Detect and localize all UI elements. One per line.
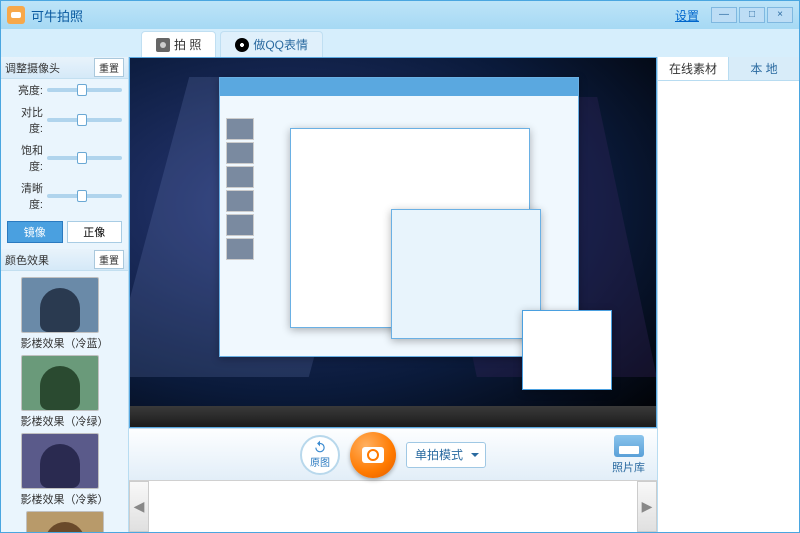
- preview-taskbar: [129, 406, 657, 428]
- nested-window-4: [522, 310, 612, 390]
- saturation-label: 饱和度:: [7, 142, 43, 174]
- silhouette-icon: [40, 288, 80, 332]
- tab-qq-emoji[interactable]: 做QQ表情: [220, 31, 323, 57]
- camera-reset-button[interactable]: 重置: [94, 58, 124, 77]
- close-button[interactable]: ×: [767, 7, 793, 23]
- brightness-slider[interactable]: [47, 88, 122, 92]
- title-bar: 可牛拍照 设置 — □ ×: [1, 1, 799, 29]
- sharpness-slider[interactable]: [47, 194, 122, 198]
- tab-photo-label: 拍 照: [174, 36, 201, 53]
- nested-window-2: [290, 128, 530, 328]
- effect-item-0[interactable]: 影楼效果（冷蓝）: [21, 277, 109, 351]
- silhouette-icon: [40, 444, 80, 488]
- minimize-button[interactable]: —: [711, 7, 737, 23]
- effects-reset-button[interactable]: 重置: [94, 250, 124, 269]
- nested-window-3: [391, 209, 541, 339]
- main-tabs: 拍 照 做QQ表情: [1, 29, 799, 57]
- camera-adjust-header: 调整摄像头 重置: [1, 57, 128, 79]
- tab-local-materials[interactable]: 本 地: [729, 57, 799, 80]
- center-panel: 原图 单拍模式 照片库 ◀ ▶: [129, 57, 657, 532]
- camera-icon: [156, 38, 170, 52]
- contrast-row: 对比度:: [1, 101, 128, 139]
- app-title: 可牛拍照: [31, 6, 83, 25]
- effect-item-1[interactable]: 影楼效果（冷绿）: [21, 355, 109, 429]
- mirror-off-button[interactable]: 正像: [67, 221, 123, 243]
- tab-qq-label: 做QQ表情: [253, 36, 308, 53]
- brightness-label: 亮度:: [7, 82, 43, 98]
- brightness-row: 亮度:: [1, 79, 128, 101]
- effect-thumb: [21, 433, 99, 489]
- mirror-toggle: 镜像 正像: [1, 215, 128, 249]
- qq-icon: [235, 38, 249, 52]
- materials-body: [658, 81, 799, 532]
- original-button[interactable]: 原图: [300, 435, 340, 475]
- sharpness-label: 清晰度:: [7, 180, 43, 212]
- material-tabs: 在线素材 本 地: [658, 57, 799, 81]
- camera-adjust-title: 调整摄像头: [5, 60, 60, 76]
- nested-thumbnails: [226, 118, 256, 262]
- saturation-slider[interactable]: [47, 156, 122, 160]
- maximize-button[interactable]: □: [739, 7, 765, 23]
- silhouette-icon: [40, 366, 80, 410]
- filmstrip-prev-button[interactable]: ◀: [129, 481, 149, 532]
- mirror-on-button[interactable]: 镜像: [7, 221, 63, 243]
- left-sidebar: 调整摄像头 重置 亮度: 对比度: 饱和度: 清晰度: 镜像 正像 颜色效果 重…: [1, 57, 129, 532]
- gallery-label: 照片库: [612, 462, 645, 474]
- color-effects-title: 颜色效果: [5, 252, 49, 268]
- effect-label: 影楼效果（冷紫）: [21, 491, 109, 507]
- gallery-button[interactable]: 照片库: [612, 435, 645, 475]
- shutter-button[interactable]: [350, 432, 396, 478]
- gallery-icon: [614, 435, 644, 457]
- effect-item-3[interactable]: 怀旧: [26, 511, 104, 532]
- sharpness-row: 清晰度:: [1, 177, 128, 215]
- silhouette-icon: [45, 522, 85, 532]
- effect-thumb: [21, 355, 99, 411]
- effect-item-2[interactable]: 影楼效果（冷紫）: [21, 433, 109, 507]
- shutter-camera-icon: [362, 447, 384, 463]
- color-effects-header: 颜色效果 重置: [1, 249, 128, 271]
- contrast-slider[interactable]: [47, 118, 122, 122]
- effect-thumb: [21, 277, 99, 333]
- effect-label: 影楼效果（冷蓝）: [21, 335, 109, 351]
- settings-link[interactable]: 设置: [675, 7, 699, 24]
- effect-thumb: [26, 511, 104, 532]
- right-sidebar: 在线素材 本 地: [657, 57, 799, 532]
- effects-list: 影楼效果（冷蓝）影楼效果（冷绿）影楼效果（冷紫）怀旧黑白: [1, 271, 128, 532]
- nested-window-1: [219, 77, 579, 357]
- control-bar: 原图 单拍模式 照片库: [129, 428, 657, 480]
- undo-icon: [313, 440, 327, 454]
- filmstrip-next-button[interactable]: ▶: [637, 481, 657, 532]
- filmstrip-body[interactable]: [149, 481, 637, 532]
- saturation-row: 饱和度:: [1, 139, 128, 177]
- original-label: 原图: [310, 454, 330, 469]
- tab-photo[interactable]: 拍 照: [141, 31, 216, 57]
- tab-online-materials[interactable]: 在线素材: [658, 57, 729, 80]
- filmstrip: ◀ ▶: [129, 480, 657, 532]
- contrast-label: 对比度:: [7, 104, 43, 136]
- app-logo-icon: [7, 6, 25, 24]
- shoot-mode-label: 单拍模式: [415, 446, 463, 463]
- shoot-mode-dropdown[interactable]: 单拍模式: [406, 442, 486, 468]
- camera-preview: [129, 57, 657, 428]
- effect-label: 影楼效果（冷绿）: [21, 413, 109, 429]
